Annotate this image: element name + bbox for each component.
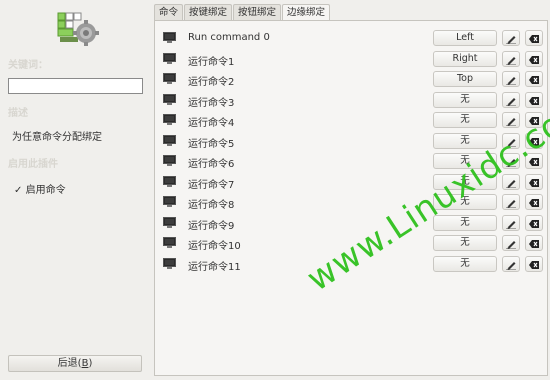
edge-binding-button[interactable]: 无 xyxy=(433,91,497,108)
enable-commands-checkbox[interactable]: ✓ 启用命令 xyxy=(14,181,66,196)
edge-binding-button[interactable]: Right xyxy=(433,50,497,67)
command-name: 运行命令5 xyxy=(188,138,235,150)
command-name: 运行命令3 xyxy=(188,97,235,109)
command-row: 运行命令1 Right xyxy=(155,50,547,71)
monitor-icon xyxy=(163,216,176,228)
edit-pencil-icon[interactable] xyxy=(502,235,520,251)
left-panel: 关键词： 描述 为任意命令分配绑定 启用此插件 ✓ 启用命令 后退(B) xyxy=(0,0,150,380)
monitor-icon xyxy=(163,93,176,105)
clear-backspace-icon[interactable] xyxy=(525,71,543,87)
edge-binding-button[interactable]: Top xyxy=(433,71,497,87)
tab-edge-bindings[interactable]: 边缘绑定 xyxy=(282,4,331,21)
command-row: 运行命令8 无 xyxy=(155,193,547,214)
edge-binding-button[interactable]: 无 xyxy=(433,235,497,251)
command-name: 运行命令4 xyxy=(188,118,235,129)
monitor-icon xyxy=(163,52,176,64)
edit-pencil-icon[interactable] xyxy=(502,50,520,67)
enable-commands-label: 启用命令 xyxy=(25,185,66,196)
monitor-icon xyxy=(163,114,176,125)
clear-backspace-icon[interactable] xyxy=(525,91,543,108)
checkmark-icon: ✓ xyxy=(14,185,23,196)
edit-pencil-icon[interactable] xyxy=(502,255,520,272)
command-name: 运行命令10 xyxy=(188,241,241,252)
clear-backspace-icon[interactable] xyxy=(525,194,543,210)
edit-pencil-icon[interactable] xyxy=(502,91,520,108)
command-name: Run command 0 xyxy=(188,32,270,43)
edge-binding-button[interactable]: 无 xyxy=(433,255,497,272)
tab-key-bindings[interactable]: 按键绑定 xyxy=(184,4,233,20)
tab-commands[interactable]: 命令 xyxy=(154,4,184,20)
monitor-icon xyxy=(163,32,176,43)
enable-plugin-heading: 启用此插件 xyxy=(8,159,58,170)
clear-backspace-icon[interactable] xyxy=(525,214,543,231)
command-row: 运行命令4 无 xyxy=(155,111,547,132)
description-heading: 描述 xyxy=(8,108,28,119)
command-name: 运行命令11 xyxy=(188,261,241,273)
settings-gear-icon xyxy=(56,8,100,48)
edge-binding-button[interactable]: 无 xyxy=(433,112,497,128)
edge-bindings-panel: Run command 0 Left 运行命令1 Right 运行命令2 Top 运行命令3… xyxy=(154,20,548,376)
clear-backspace-icon[interactable] xyxy=(525,255,543,272)
command-row: 运行命令3 无 xyxy=(155,91,547,112)
edge-binding-button[interactable]: Left xyxy=(433,30,497,46)
back-button-text: 后退( xyxy=(57,358,82,369)
clear-backspace-icon[interactable] xyxy=(525,173,543,190)
monitor-icon xyxy=(163,257,176,269)
edit-pencil-icon[interactable] xyxy=(502,30,520,46)
monitor-icon xyxy=(163,196,176,207)
command-row: 运行命令2 Top xyxy=(155,70,547,91)
monitor-icon xyxy=(163,73,176,84)
tab-bar: 命令 按键绑定 按钮绑定 边缘绑定 xyxy=(154,4,331,21)
edit-pencil-icon[interactable] xyxy=(502,71,520,87)
back-button-suffix: ) xyxy=(88,358,93,369)
keyword-label: 关键词： xyxy=(8,60,48,71)
command-name: 运行命令9 xyxy=(188,220,235,232)
edit-pencil-icon[interactable] xyxy=(502,214,520,231)
monitor-icon xyxy=(163,175,176,187)
command-name: 运行命令1 xyxy=(188,56,235,68)
command-name: 运行命令8 xyxy=(188,200,235,211)
command-name: 运行命令7 xyxy=(188,179,235,191)
monitor-icon xyxy=(163,237,176,248)
description-text: 为任意命令分配绑定 xyxy=(12,132,102,143)
command-name: 运行命令2 xyxy=(188,77,235,88)
monitor-icon xyxy=(163,155,176,166)
clear-backspace-icon[interactable] xyxy=(525,50,543,67)
command-row: Run command 0 Left xyxy=(155,29,547,50)
edit-pencil-icon[interactable] xyxy=(502,194,520,210)
clear-backspace-icon[interactable] xyxy=(525,30,543,46)
tab-button-bindings[interactable]: 按钮绑定 xyxy=(233,4,282,20)
back-button[interactable]: 后退(B) xyxy=(8,355,142,372)
monitor-icon xyxy=(163,134,176,146)
search-input[interactable] xyxy=(8,78,143,94)
command-name: 运行命令6 xyxy=(188,159,235,170)
clear-backspace-icon[interactable] xyxy=(525,235,543,251)
